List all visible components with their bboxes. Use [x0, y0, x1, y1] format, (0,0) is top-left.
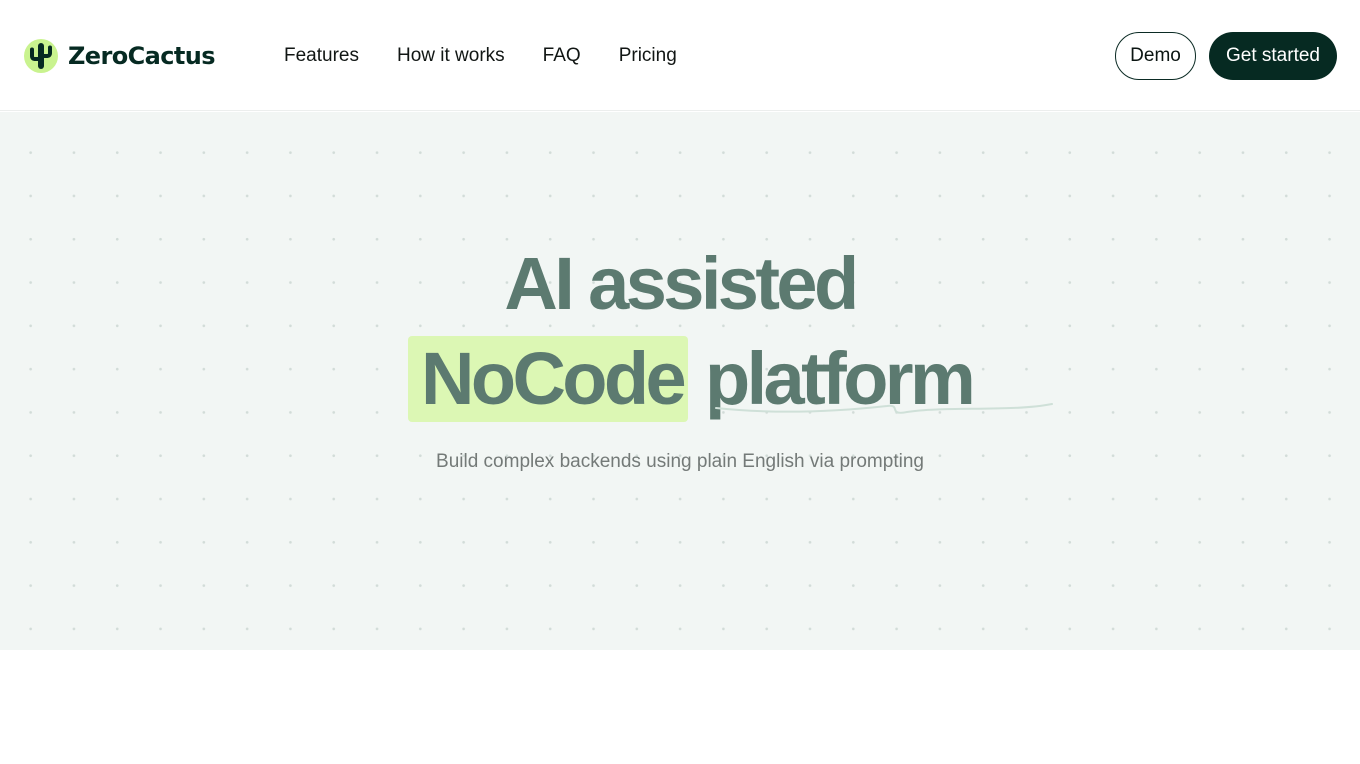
nav-link-how-it-works[interactable]: How it works — [397, 44, 505, 68]
nav-link-pricing[interactable]: Pricing — [619, 44, 677, 68]
main-nav: Features How it works FAQ Pricing — [284, 44, 677, 68]
nav-link-faq[interactable]: FAQ — [543, 44, 581, 68]
hero-headline-line1: AI assisted — [504, 242, 859, 325]
nav-link-features[interactable]: Features — [284, 44, 359, 68]
cactus-icon — [24, 39, 58, 73]
content-section — [0, 650, 1360, 764]
demo-button[interactable]: Demo — [1115, 32, 1196, 80]
hero-headline-highlight-word: NoCode — [421, 337, 687, 420]
hero-subtitle: Build complex backends using plain Engli… — [436, 451, 924, 472]
site-header: ZeroCactus Features How it works FAQ Pri… — [0, 0, 1360, 111]
underline-swoosh-icon — [715, 403, 1053, 414]
brand-name: ZeroCactus — [68, 42, 215, 70]
hero-section: AI assisted NoCode platform Build comple… — [0, 112, 1360, 650]
get-started-button[interactable]: Get started — [1209, 32, 1337, 80]
brand-logo[interactable]: ZeroCactus — [24, 38, 215, 74]
